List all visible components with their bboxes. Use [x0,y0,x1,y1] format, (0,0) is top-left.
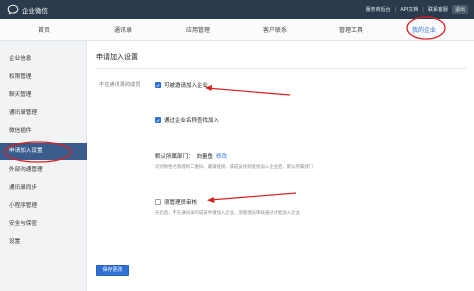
default-department: 默认所属部门： 向量鱼 修改 [155,152,227,160]
nav-customer-contact[interactable]: 客户联系 [263,25,287,34]
main-content: 申请加入设置 不在通讯录的成员 可被邀请加入企业 通过企业名称查找加入 默认所属… [88,41,474,291]
api-doc-link[interactable]: API文档 [400,6,418,13]
divider: | [422,6,424,13]
sidebar-item-external[interactable]: 外部沟通管理 [0,162,87,179]
sidebar-item-permissions[interactable]: 权限管理 [0,69,87,86]
exit-button[interactable]: 退出 [451,5,468,14]
page-title: 申请加入设置 [96,53,138,61]
review-option[interactable]: 须管理员审核 [155,198,197,206]
service-link[interactable]: 服务商后台 [366,6,391,13]
nav-management-tools[interactable]: 管理工具 [339,25,363,34]
nav-home[interactable]: 首页 [38,25,50,34]
invite-option-label: 可被邀请加入企业 [164,83,209,89]
sidebar-item-chat[interactable]: 聊天管理 [0,87,87,104]
sidebar: 企业信息 权限管理 聊天管理 通讯录管理 微信插件 申请加入设置 外部沟通管理 … [0,41,87,291]
review-description: 开启后，不在通讯录的成员申请加入企业，须管理员审核通过才能加入企业 [155,211,300,216]
invite-option[interactable]: 可被邀请加入企业 [155,81,208,89]
nav-contacts[interactable]: 通讯录 [114,25,132,34]
checkbox-checked-icon[interactable] [155,117,161,123]
wecom-logo-icon [7,4,19,15]
row-label: 不在通讯录的成员 [99,82,141,88]
sidebar-item-company-info[interactable]: 企业信息 [0,51,87,68]
divider [96,68,466,69]
sidebar-item-security[interactable]: 安全与保密 [0,216,87,233]
dept-prefix: 默认所属部门： [155,154,194,160]
app-title: 企业微信 [22,6,48,15]
sidebar-item-join-settings[interactable]: 申请加入设置 [0,143,87,160]
dept-description: 识别你性名管理的二维码、邀请链接、或成员找到查找加入企业后，默认所属部门 [155,165,314,170]
checkbox-unchecked-icon[interactable] [155,199,161,205]
edit-dept-link[interactable]: 修改 [216,152,227,160]
review-option-label: 须管理员审核 [164,200,198,206]
nav-app-management[interactable]: 应用管理 [186,25,210,34]
sidebar-item-miniprogram[interactable]: 小程序管理 [0,198,87,215]
search-option-label: 通过企业名称查找加入 [164,118,220,124]
main-nav: 首页 通讯录 应用管理 客户联系 管理工具 我的企业 [0,19,474,41]
sidebar-item-sync[interactable]: 通讯录同步 [0,180,87,197]
sidebar-item-contacts[interactable]: 通讯录管理 [0,105,87,122]
nav-my-company[interactable]: 我的企业 [412,25,436,34]
top-bar: 企业微信 服务商后台 | API文档 | 联系客服 退出 [0,0,474,19]
sidebar-item-wechat-plugin[interactable]: 微信插件 [0,123,87,140]
contact-service-link[interactable]: 联系客服 [428,6,448,13]
divider: | [394,6,397,13]
app-logo[interactable]: 企业微信 [7,4,48,15]
sidebar-item-settings[interactable]: 设置 [0,234,87,251]
save-button[interactable]: 保存更改 [96,265,129,276]
search-option[interactable]: 通过企业名称查找加入 [155,116,219,124]
top-links: 服务商后台 | API文档 | 联系客服 退出 [366,5,468,14]
checkbox-checked-icon[interactable] [155,82,161,88]
dept-value: 向量鱼 [196,154,214,160]
